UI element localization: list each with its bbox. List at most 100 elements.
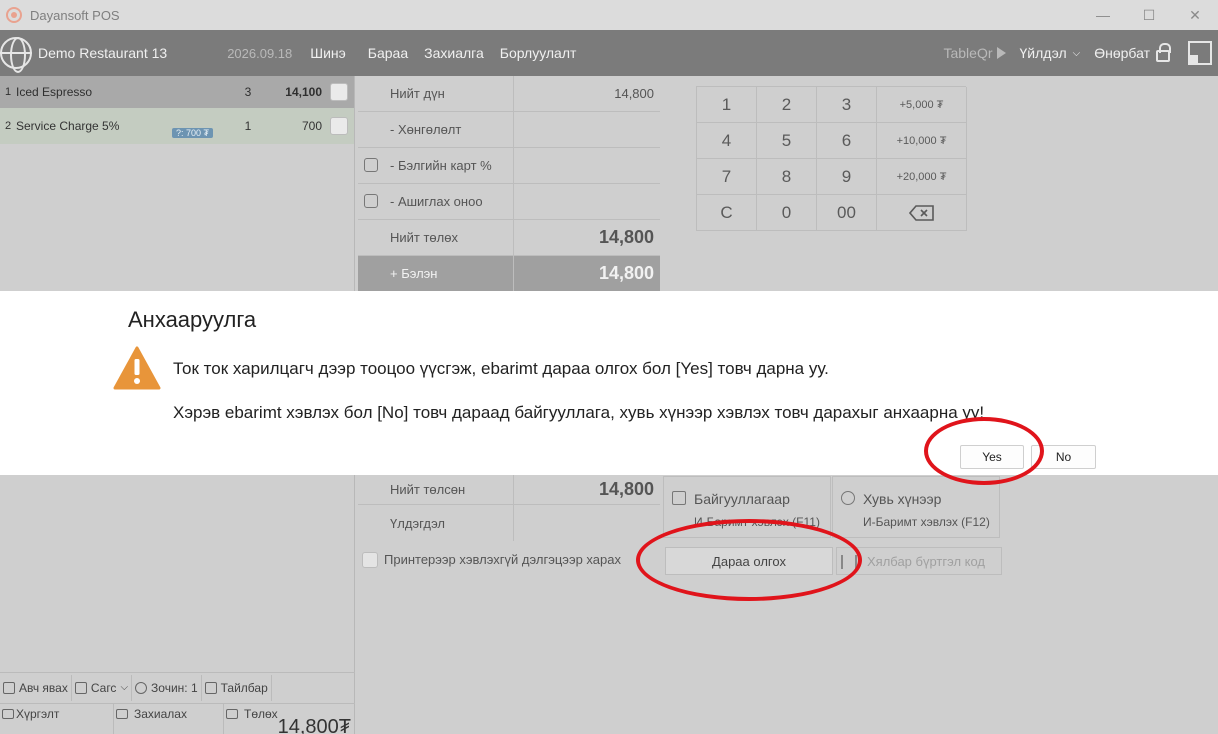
order-row[interactable]: 1 Iced Espresso 3 14,100 <box>0 76 354 108</box>
window-titlebar: Dayansoft POS — ☐ ✕ <box>0 0 1218 30</box>
key-plus-5000[interactable]: +5,000 ₮ <box>877 87 967 123</box>
summary-row: Нийт төлсөн 14,800 <box>358 475 660 505</box>
minimize-button[interactable]: — <box>1080 0 1126 30</box>
order-row[interactable]: 2 Service Charge 5% 1 700 ?: 700 ₮ <box>0 108 354 144</box>
user-menu[interactable]: Өнөрбат <box>1094 43 1171 62</box>
restaurant-name: Demo Restaurant 13 <box>38 45 168 61</box>
key-00[interactable]: 00 <box>817 195 877 231</box>
summary-row[interactable]: - Ашиглах оноо <box>358 184 660 220</box>
key-1[interactable]: 1 <box>697 87 757 123</box>
operations-menu[interactable]: Үйлдэл ⌵ <box>1020 45 1081 61</box>
key-5[interactable]: 5 <box>757 123 817 159</box>
checkout-bar: Хүргэлт Захиалах Төлөх 14,800₮ <box>0 703 355 734</box>
cart-label: Сагс <box>90 680 117 695</box>
dialog-message-1: Ток ток харилцагч дээр тооцоо үүсгэж, eb… <box>173 359 829 378</box>
wallet-icon <box>226 709 238 719</box>
guest-button[interactable]: Зочин: 1 <box>132 674 202 701</box>
key-6[interactable]: 6 <box>817 123 877 159</box>
key-plus-10000[interactable]: +10,000 ₮ <box>877 123 967 159</box>
summary-label-text: - Бэлгийн карт % <box>390 158 492 173</box>
car-icon <box>2 709 14 719</box>
backspace-icon <box>908 204 934 221</box>
ordering-label: Захиалах <box>134 707 187 721</box>
nav-new[interactable]: Шинэ <box>310 45 346 61</box>
item-price: 14,100 <box>285 85 322 99</box>
user-name: Өнөрбат <box>1094 45 1150 61</box>
globe-icon[interactable] <box>0 37 32 73</box>
item-price: 700 <box>301 119 322 133</box>
org-ebarimt-button[interactable]: Байгууллагаар И-Баримт хэвлэх (F11) <box>663 476 831 538</box>
printer-checkbox[interactable] <box>362 552 378 568</box>
remaining-label: Үлдэгдэл <box>358 505 514 541</box>
business-date: 2026.09.18 <box>227 45 293 61</box>
app-logo-icon <box>6 7 22 23</box>
summary-label: - Ашиглах оноо <box>358 184 514 219</box>
row-index: 2 <box>4 120 12 132</box>
key-4[interactable]: 4 <box>697 123 757 159</box>
no-button[interactable]: No <box>1031 445 1096 469</box>
note-button[interactable]: Тайлбар <box>202 674 272 701</box>
summary-label: Нийт төлөх <box>358 220 514 255</box>
key-3[interactable]: 3 <box>817 87 877 123</box>
chevron-down-icon: ⌵ <box>120 682 129 693</box>
summary-row: Үлдэгдэл <box>358 505 660 541</box>
org-subtitle: И-Баримт хэвлэх (F11) <box>694 515 820 529</box>
ordering-button[interactable]: Захиалах <box>114 704 224 734</box>
price-tag-badge: ?: 700 ₮ <box>172 128 214 138</box>
summary-label: - Бэлгийн карт % <box>358 148 514 183</box>
cart-icon <box>74 681 87 694</box>
person-title: Хувь хүнээр <box>863 491 942 507</box>
lock-icon[interactable] <box>1156 43 1171 62</box>
delivery-button[interactable]: Хүргэлт <box>0 704 114 734</box>
backspace-key[interactable] <box>877 195 967 231</box>
summary-value <box>514 112 660 147</box>
tableqr-button[interactable]: TableQr <box>943 45 1006 61</box>
key-0[interactable]: 0 <box>757 195 817 231</box>
key-8[interactable]: 8 <box>757 159 817 195</box>
chevron-down-icon: ⌵ <box>1072 47 1081 59</box>
pay-button[interactable]: Төлөх 14,800₮ <box>224 704 355 734</box>
nav-products[interactable]: Бараа <box>368 45 408 61</box>
summary-row-cash[interactable]: + Бэлэн 14,800 <box>358 256 660 292</box>
summary-row[interactable]: - Хөнгөлөлт <box>358 112 660 148</box>
key-7[interactable]: 7 <box>697 159 757 195</box>
payment-summary: Нийт төлсөн 14,800 Үлдэгдэл <box>358 475 660 541</box>
summary-label: Нийт дүн <box>358 76 514 111</box>
gift-card-icon <box>364 158 378 172</box>
org-title: Байгууллагаар <box>694 491 790 507</box>
row-checkbox[interactable] <box>330 117 348 135</box>
yes-button[interactable]: Yes <box>960 445 1024 469</box>
guest-label: Зочин: 1 <box>151 680 198 695</box>
key-9[interactable]: 9 <box>817 159 877 195</box>
numeric-keypad: 1 2 3 +5,000 ₮ 4 5 6 +10,000 ₮ 7 8 9 +20… <box>696 86 967 231</box>
easy-registration-button[interactable]: Хялбар бүртгэл код <box>836 547 1002 575</box>
summary-value: 14,800 <box>598 263 654 283</box>
person-ebarimt-button[interactable]: Хувь хүнээр И-Баримт хэвлэх (F12) <box>832 476 1000 538</box>
close-button[interactable]: ✕ <box>1172 0 1218 30</box>
takeaway-label: Авч явах <box>19 680 68 695</box>
cart-button[interactable]: Сагс ⌵ <box>72 674 133 701</box>
row-checkbox[interactable] <box>330 83 348 101</box>
maximize-button[interactable]: ☐ <box>1126 0 1172 30</box>
remaining-value <box>514 505 660 541</box>
play-icon <box>996 47 1006 59</box>
summary-row[interactable]: - Бэлгийн карт % <box>358 148 660 184</box>
person-icon <box>135 681 148 694</box>
key-plus-20000[interactable]: +20,000 ₮ <box>877 159 967 195</box>
printer-option-label: Принтерээр хэвлэхгүй дэлгэцээр харах <box>384 552 621 567</box>
key-clear[interactable]: C <box>697 195 757 231</box>
summary-label: - Хөнгөлөлт <box>358 112 514 147</box>
person-icon <box>841 491 855 505</box>
nav-orders[interactable]: Захиалга <box>424 45 484 61</box>
warning-icon <box>113 346 161 390</box>
item-qty: 3 <box>244 85 252 99</box>
nav-sales[interactable]: Борлуулалт <box>500 45 577 61</box>
item-qty: 1 <box>244 119 252 133</box>
issue-later-button[interactable]: Дараа олгох <box>665 547 833 575</box>
takeaway-button[interactable]: Авч явах <box>0 674 72 701</box>
layout-toggle-icon[interactable] <box>1188 41 1212 65</box>
window-title: Dayansoft POS <box>30 7 120 23</box>
delivery-label: Хүргэлт <box>16 707 60 721</box>
paid-label: Нийт төлсөн <box>358 475 514 504</box>
key-2[interactable]: 2 <box>757 87 817 123</box>
